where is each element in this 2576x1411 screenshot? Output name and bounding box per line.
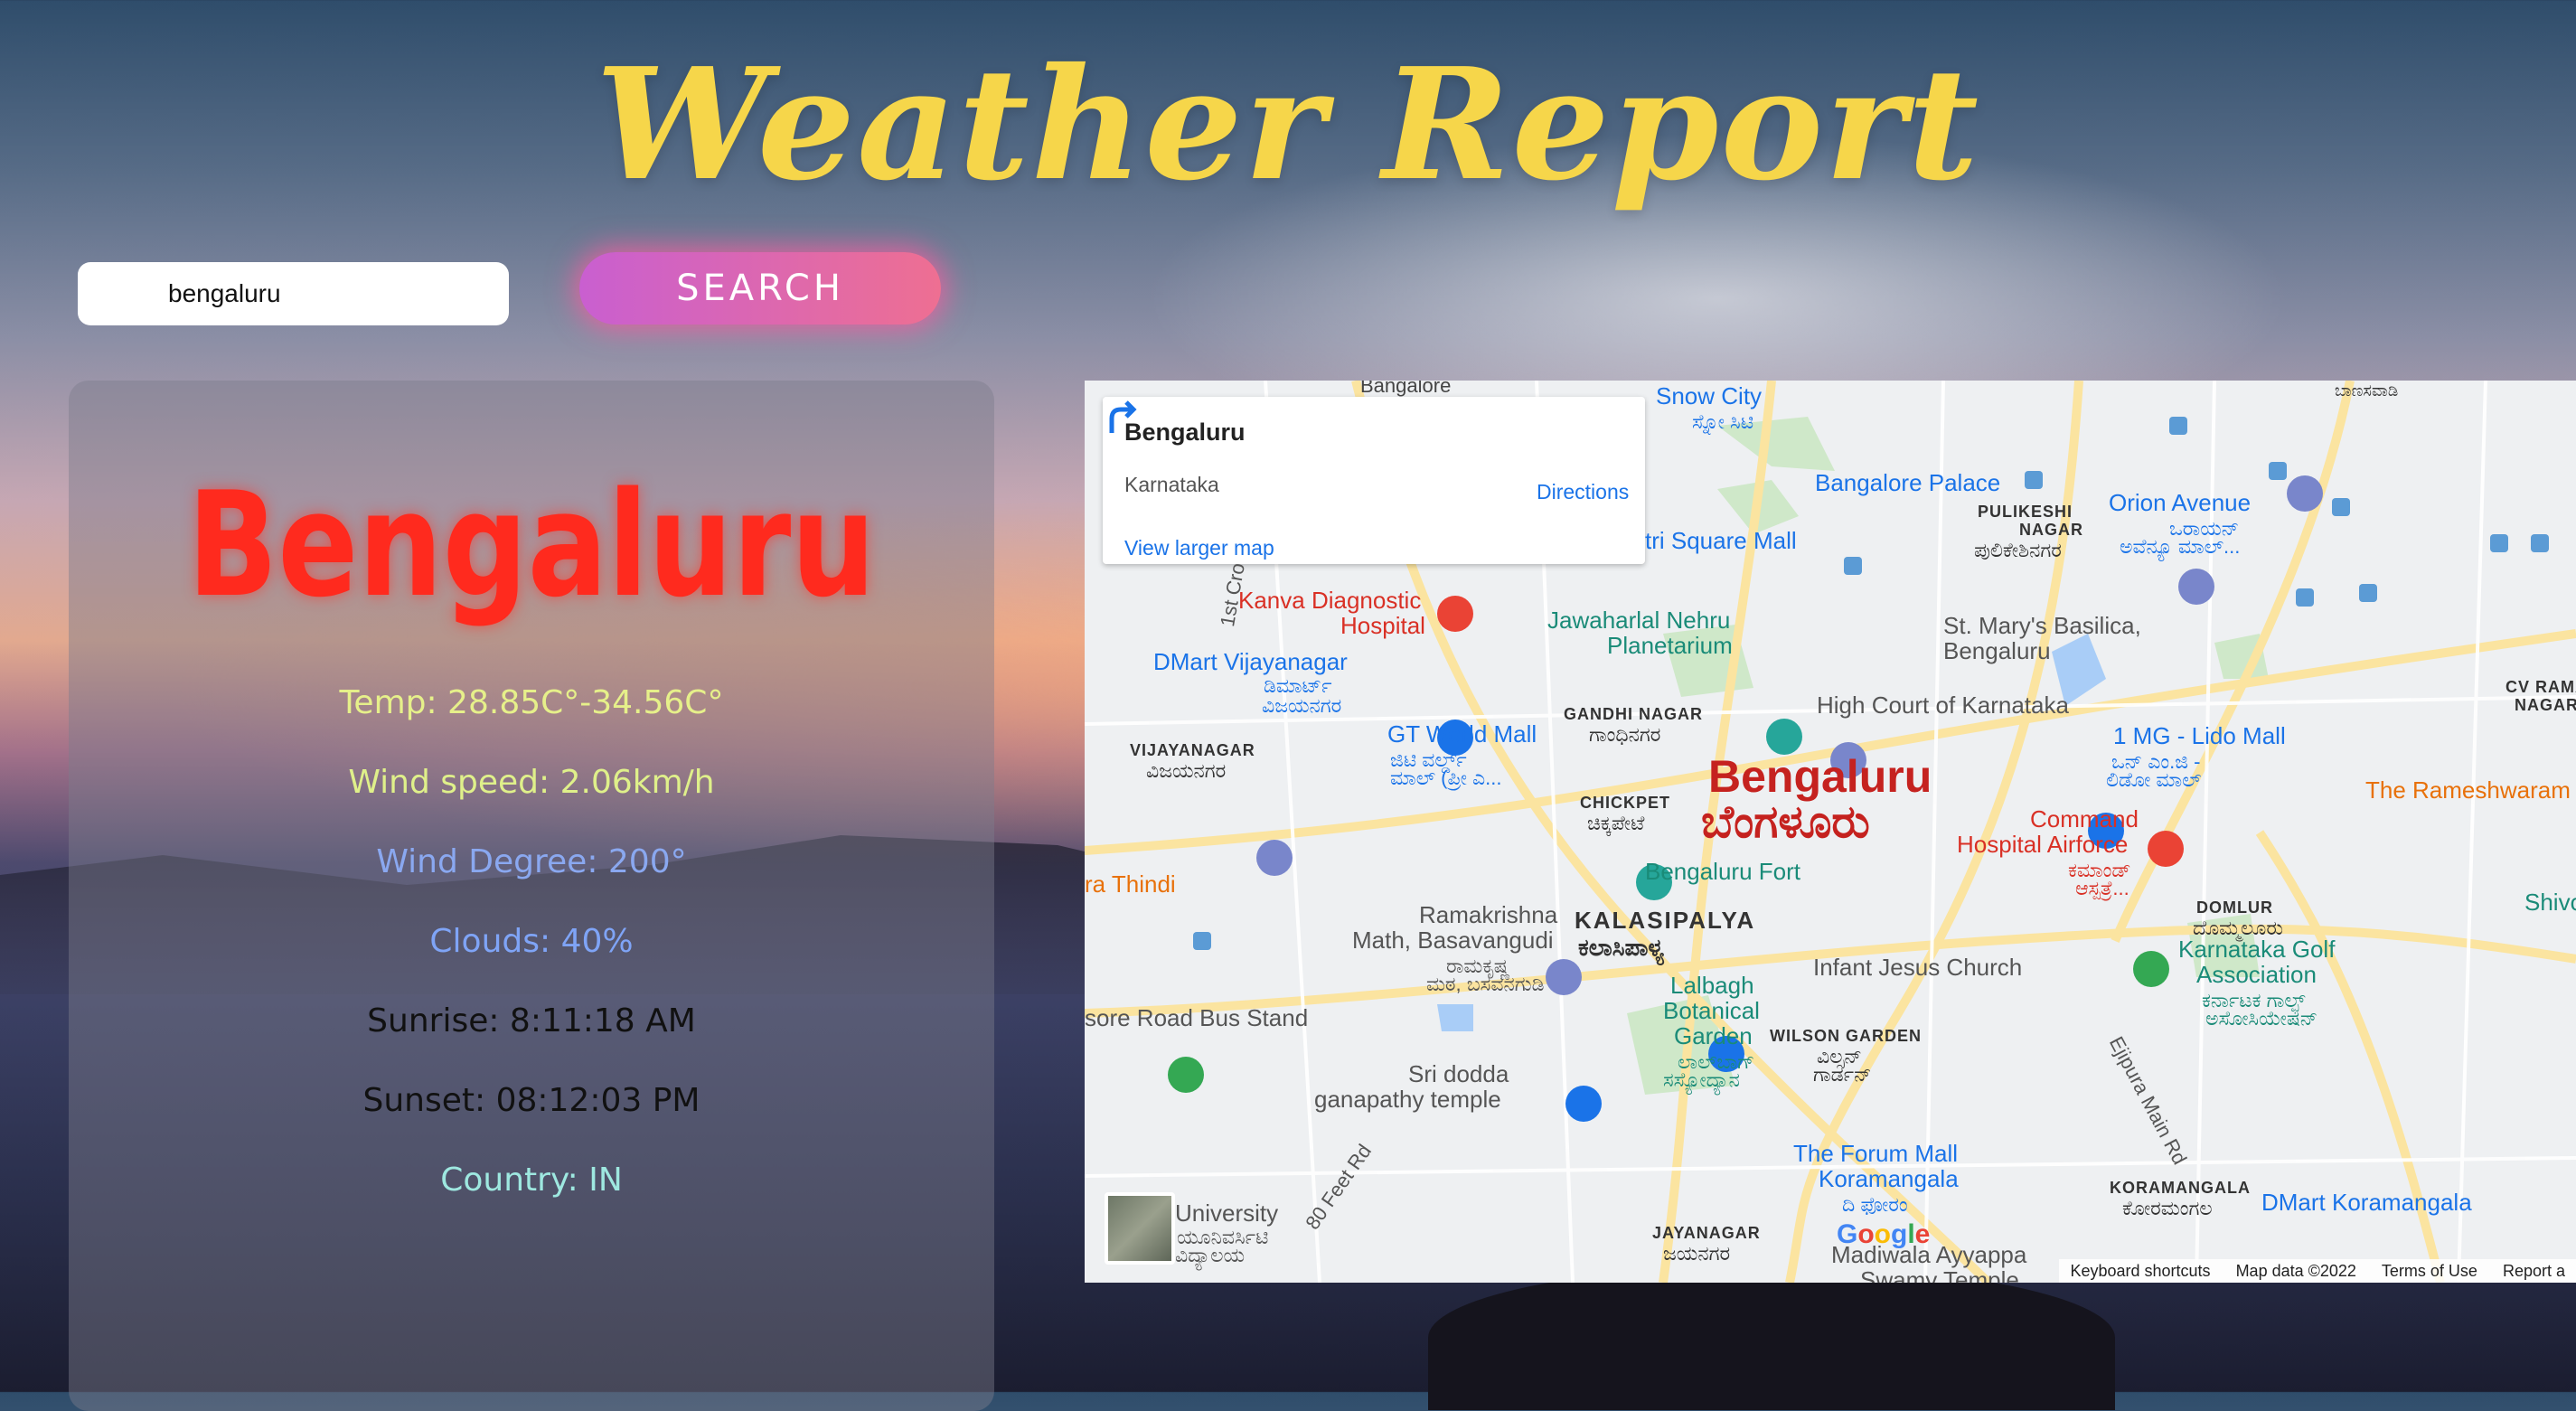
wind-degree-text: Wind Degree: 200° (376, 843, 687, 880)
report-link[interactable]: Report a (2503, 1262, 2565, 1281)
map-label-karnataka-golf-kn2: ಅಸೋಸಿಯೇಷನ್ (2205, 1007, 2318, 1030)
map-label-dmart-vij-kn2: ವಿಜಯನಗರ (1262, 694, 1342, 717)
map-label-dmart-koramangala: DMart Koramangala (2261, 1189, 2472, 1216)
map-label-university-kn2: ವಿದ್ಯಾಲಯ (1175, 1244, 1246, 1266)
map-label-command-kn2: ಆಸ್ಪತ್ರೆ... (2075, 877, 2129, 899)
sunset-text: Sunset: 08:12:03 PM (362, 1082, 700, 1119)
map-label-lalbagh: Lalbagh (1670, 972, 1754, 999)
map-label-lalbagh-3: Garden (1674, 1022, 1753, 1049)
background-rock (1428, 1265, 2115, 1410)
search-button[interactable]: SEARCH (579, 252, 941, 325)
map-label-st-marys-2: Bengaluru (1943, 637, 2051, 664)
map-label-kalasipalya: KALASIPALYA (1575, 907, 1756, 934)
map-label-vijayanagar-kn: ವಿಜಯನಗರ (1146, 759, 1227, 782)
map-label-ramakrishna-kn2: ಮಠ, ಬಸವನಗುಡಿ (1426, 973, 1545, 995)
map-label-chickpet: CHICKPET (1580, 794, 1671, 812)
map-label-pulikeshi-kn: ಪುಲಿಕೇಶಿನಗರ (1974, 539, 2062, 561)
map-label-jayanagar: JAYANAGAR (1652, 1224, 1761, 1242)
map-info-card: Bengaluru Karnataka View larger map Dire… (1103, 397, 1645, 564)
map-label-city-kn: ಬೆಂಗಳೂರು (1701, 796, 1870, 847)
map-label-kalasipalya-kn: ಕಲಾಸಿಪಾಳ್ಯ (1578, 934, 1665, 961)
map-label-sri-dodda: Sri dodda (1408, 1060, 1509, 1087)
map-label-koramangala: KORAMANGALA (2110, 1179, 2251, 1197)
city-name: Bengaluru (187, 460, 876, 629)
clouds-text: Clouds: 40% (429, 923, 634, 960)
map-label-snow-city-kn: ಸ್ನೋ ಸಿಟಿ (1692, 410, 1754, 433)
map-label-wilson-kn2: ಗಾರ್ಡನ್ (1813, 1063, 1872, 1086)
map-label-city-en: Bengaluru (1708, 751, 1932, 802)
map-label-bangalore-palace: Bangalore Palace (1815, 469, 2001, 496)
map-label-snow-city: Snow City (1656, 382, 1763, 409)
map-label-cv-raman-2: NAGAR (2515, 696, 2576, 714)
map-label-chickpet-kn: ಚಿಕ್ಕಪೇಟೆ (1587, 812, 1645, 834)
satellite-toggle[interactable] (1105, 1192, 1175, 1265)
map-label-domlur: DOMLUR (2196, 898, 2273, 917)
page-title: Weather Report (595, 34, 1981, 215)
terms-link[interactable]: Terms of Use (2382, 1262, 2477, 1281)
map-label-pulikeshi: PULIKESHI (1978, 503, 2073, 521)
map-label-planetarium: Planetarium (1607, 632, 1733, 659)
wind-speed-text: Wind speed: 2.06km/h (348, 764, 715, 801)
map-label-kanva: Kanva Diagnostic (1238, 587, 1422, 614)
map-label-dmart-vij-kn: ಡಿಮಾರ್ಟ್ (1264, 674, 1332, 697)
embedded-map[interactable]: Bengaluru Karnataka View larger map Dire… (1085, 381, 2576, 1283)
map-label-command: Command (2030, 805, 2139, 832)
map-label-shivoham: Shivoh (2524, 889, 2576, 916)
map-label-bangalore: Bangalore (1360, 381, 1452, 397)
map-label-banaswadi: ಬಾಣಸವಾಡಿ (2335, 381, 2399, 400)
map-label-gt-world: GT World Mall (1387, 720, 1537, 748)
map-label-vijayanagar: VIJAYANAGAR (1130, 741, 1255, 759)
map-label-command-2: Hospital Airforce (1957, 831, 2129, 858)
temperature-text: Temp: 28.85C°-34.56C° (339, 684, 724, 721)
map-label-karnataka-golf: Karnataka Golf (2178, 936, 2336, 963)
weather-card: Bengaluru Temp: 28.85C°-34.56C° Wind spe… (69, 381, 994, 1411)
map-data-text: Map data ©2022 (2235, 1261, 2356, 1280)
sunrise-text: Sunrise: 8:11:18 AM (367, 1002, 696, 1039)
map-label-jawaharlal: Jawaharlal Nehru (1547, 607, 1731, 634)
map-label-wilson: WILSON GARDEN (1770, 1027, 1922, 1045)
search-input[interactable] (78, 262, 509, 325)
map-label-kanva-hospital: Hospital (1340, 612, 1425, 639)
map-label-lalbagh-kn2: ಸಸ್ಯೋದ್ಯಾನ (1663, 1068, 1740, 1091)
map-label-sri-dodda-2: ganapathy temple (1314, 1086, 1501, 1113)
map-label-gt-world-kn2: ಮಾಲ್ (ಪ್ರೀ ಎ... (1390, 767, 1502, 789)
map-label-ramakrishna: Ramakrishna (1419, 901, 1558, 928)
map-label-university: University (1175, 1199, 1279, 1227)
map-label-tri-square: tri Square Mall (1645, 527, 1797, 554)
map-label-ra-thindi: ra Thindi (1085, 870, 1176, 898)
map-label-orion-kn2: ಅವೆನ್ಯೂ ಮಾಲ್... (2120, 535, 2241, 558)
map-label-karnataka-golf-2: Association (2196, 961, 2317, 988)
map-label-gandhi-nagar: GANDHI NAGAR (1564, 705, 1703, 723)
map-label-st-marys: St. Mary's Basilica, (1943, 612, 2141, 639)
map-label-high-court: High Court of Karnataka (1817, 691, 2069, 719)
map-label-mysore-road: sore Road Bus Stand (1085, 1004, 1309, 1031)
map-label-one-mg-kn2: ಲಿಡೋ ಮಾಲ್ (2106, 768, 2202, 791)
map-label-bengaluru-fort: Bengaluru Fort (1645, 858, 1800, 885)
country-text: Country: IN (440, 1162, 623, 1199)
map-place-region: Karnataka (1124, 473, 1219, 496)
google-logo: Google (1837, 1219, 1931, 1249)
map-label-ramakrishna-2: Math, Basavangudi (1352, 927, 1554, 954)
keyboard-shortcuts-link[interactable]: Keyboard shortcuts (2070, 1262, 2210, 1281)
map-label-pulikeshi-nagar: NAGAR (2019, 521, 2083, 539)
map-label-forum: The Forum Mall (1793, 1140, 1959, 1167)
map-label-gandhi-nagar-kn: ಗಾಂಧಿನಗರ (1589, 723, 1661, 746)
map-label-madiwala-2: Swamy Temple (1860, 1266, 2019, 1283)
map-footer: Keyboard shortcuts Map data ©2022 Terms … (2059, 1259, 2576, 1283)
map-label-jayanagar-kn: ಜಯನಗರ (1663, 1242, 1731, 1265)
map-label-orion: Orion Avenue (2109, 489, 2252, 516)
view-larger-map-link[interactable]: View larger map (1124, 536, 1274, 560)
map-label-rameshwaram: The Rameshwaram (2365, 776, 2571, 804)
map-label-one-mg: 1 MG - Lido Mall (2113, 722, 2286, 749)
map-label-forum-2: Koramangala (1819, 1165, 1959, 1192)
directions-icon[interactable] (1103, 397, 1142, 437)
directions-link[interactable]: Directions (1537, 480, 1629, 504)
map-label-dmart-vijayanagar: DMart Vijayanagar (1153, 648, 1348, 675)
map-place-name: Bengaluru (1124, 419, 1246, 446)
map-label-forum-kn: ದಿ ಫೋರಂ (1842, 1193, 1908, 1216)
map-label-infant-jesus: Infant Jesus Church (1813, 954, 2023, 981)
map-label-lalbagh-2: Botanical (1663, 997, 1760, 1024)
map-label-cv-raman: CV RAMA (2505, 678, 2576, 696)
map-label-koramangala-kn: ಕೋರಮಂಗಲ (2122, 1197, 2213, 1219)
